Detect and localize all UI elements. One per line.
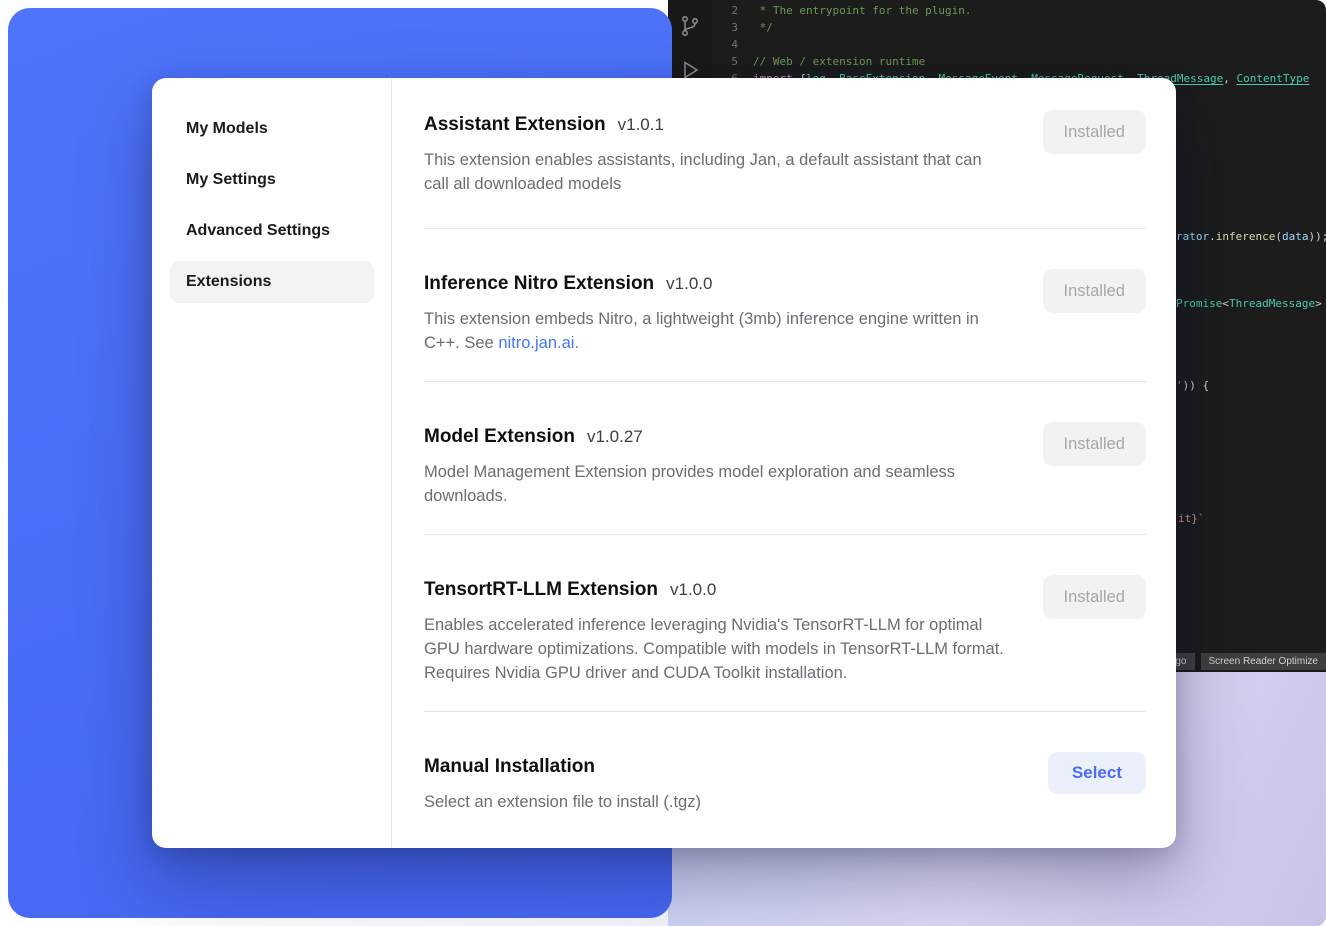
- extension-website-link[interactable]: nitro.jan.ai.: [498, 334, 579, 352]
- extension-version: v1.0.0: [666, 274, 712, 294]
- nav-item-extensions[interactable]: Extensions: [170, 261, 374, 303]
- extension-description: Model Management Extension provides mode…: [424, 460, 1006, 508]
- code-token: data: [1282, 230, 1309, 243]
- extension-description: Select an extension file to install (.tg…: [424, 790, 1006, 814]
- statusbar-item[interactable]: Screen Reader Optimize: [1201, 653, 1326, 670]
- extension-item: Manual Installation Select an extension f…: [424, 711, 1146, 840]
- extension-title: Assistant Extension: [424, 112, 606, 138]
- line-number: 2: [712, 2, 738, 19]
- code-token: (: [1275, 230, 1282, 243]
- code-fragment: rator.inference(data));: [1176, 230, 1326, 244]
- installed-button[interactable]: Installed: [1043, 575, 1146, 619]
- line-number: 5: [712, 53, 738, 70]
- settings-modal: My Models My Settings Advanced Settings Ext…: [152, 78, 1176, 848]
- code-token: * The entrypoint for the plugin.: [753, 2, 972, 19]
- extension-version: v1.0.0: [670, 580, 716, 600]
- description-text: Enables accelerated inference leveraging…: [424, 616, 1004, 682]
- code-token: rator: [1176, 230, 1209, 243]
- extension-version: v1.0.1: [618, 115, 664, 135]
- installed-button[interactable]: Installed: [1043, 110, 1146, 154]
- extension-item: Assistant Extension v1.0.1 This extension …: [424, 112, 1146, 228]
- extension-title: TensortRT-LLM Extension: [424, 577, 658, 603]
- code-token: ThreadMessage: [1229, 297, 1315, 310]
- code-token: <: [1222, 297, 1229, 310]
- code-token: >: [1315, 297, 1322, 310]
- extension-item: Model Extension v1.0.27 Model Management E…: [424, 381, 1146, 534]
- code-token: ': [1176, 379, 1183, 392]
- line-number: 3: [712, 19, 738, 36]
- installed-button[interactable]: Installed: [1043, 269, 1146, 313]
- code-token: inference: [1216, 230, 1276, 243]
- extension-description: This extension embeds Nitro, a lightweig…: [424, 307, 1006, 355]
- code-token: Promise: [1176, 297, 1222, 310]
- code-fragment: Promise<ThreadMessage>: [1176, 297, 1322, 311]
- nav-item-advanced-settings[interactable]: Advanced Settings: [170, 210, 374, 252]
- select-button[interactable]: Select: [1048, 752, 1146, 794]
- extension-item: Inference Nitro Extension v1.0.0 This exte…: [424, 228, 1146, 381]
- extension-item: TensortRT-LLM Extension v1.0.0 Enables acc…: [424, 534, 1146, 711]
- nav-item-my-settings[interactable]: My Settings: [170, 159, 374, 201]
- code-token: it}`: [1178, 512, 1205, 525]
- extension-description: This extension enables assistants, inclu…: [424, 148, 1006, 196]
- code-token: ));: [1308, 230, 1326, 243]
- description-text: Model Management Extension provides mode…: [424, 463, 955, 505]
- extension-title: Model Extension: [424, 424, 575, 450]
- extension-title: Manual Installation: [424, 754, 595, 780]
- extension-description: Enables accelerated inference leveraging…: [424, 613, 1006, 685]
- nav-item-my-models[interactable]: My Models: [170, 108, 374, 150]
- code-token: .: [1209, 230, 1216, 243]
- description-text: Select an extension file to install (.tg…: [424, 793, 701, 811]
- description-text: This extension enables assistants, inclu…: [424, 151, 982, 193]
- code-token: ContentType: [1237, 70, 1310, 87]
- line-number: 4: [712, 36, 738, 53]
- source-control-icon[interactable]: [678, 14, 702, 38]
- desktop-canvas: 2 * The entrypoint for the plugin. 3 */ 45…: [0, 0, 1326, 926]
- code-token: */: [753, 19, 773, 36]
- installed-button[interactable]: Installed: [1043, 422, 1146, 466]
- code-token: // Web / extension runtime: [753, 53, 925, 70]
- extension-version: v1.0.27: [587, 427, 643, 447]
- code-token: ,: [1223, 70, 1236, 87]
- code-token: )) {: [1183, 379, 1210, 392]
- code-fragment: ')) {: [1176, 379, 1209, 393]
- settings-nav: My Models My Settings Advanced Settings Ext…: [152, 78, 392, 848]
- code-fragment: it}`: [1178, 512, 1205, 526]
- code-lines: 2 * The entrypoint for the plugin. 3 */ 45…: [712, 2, 1309, 87]
- extensions-list: Assistant Extension v1.0.1 This extension …: [392, 78, 1176, 848]
- extension-title: Inference Nitro Extension: [424, 271, 654, 297]
